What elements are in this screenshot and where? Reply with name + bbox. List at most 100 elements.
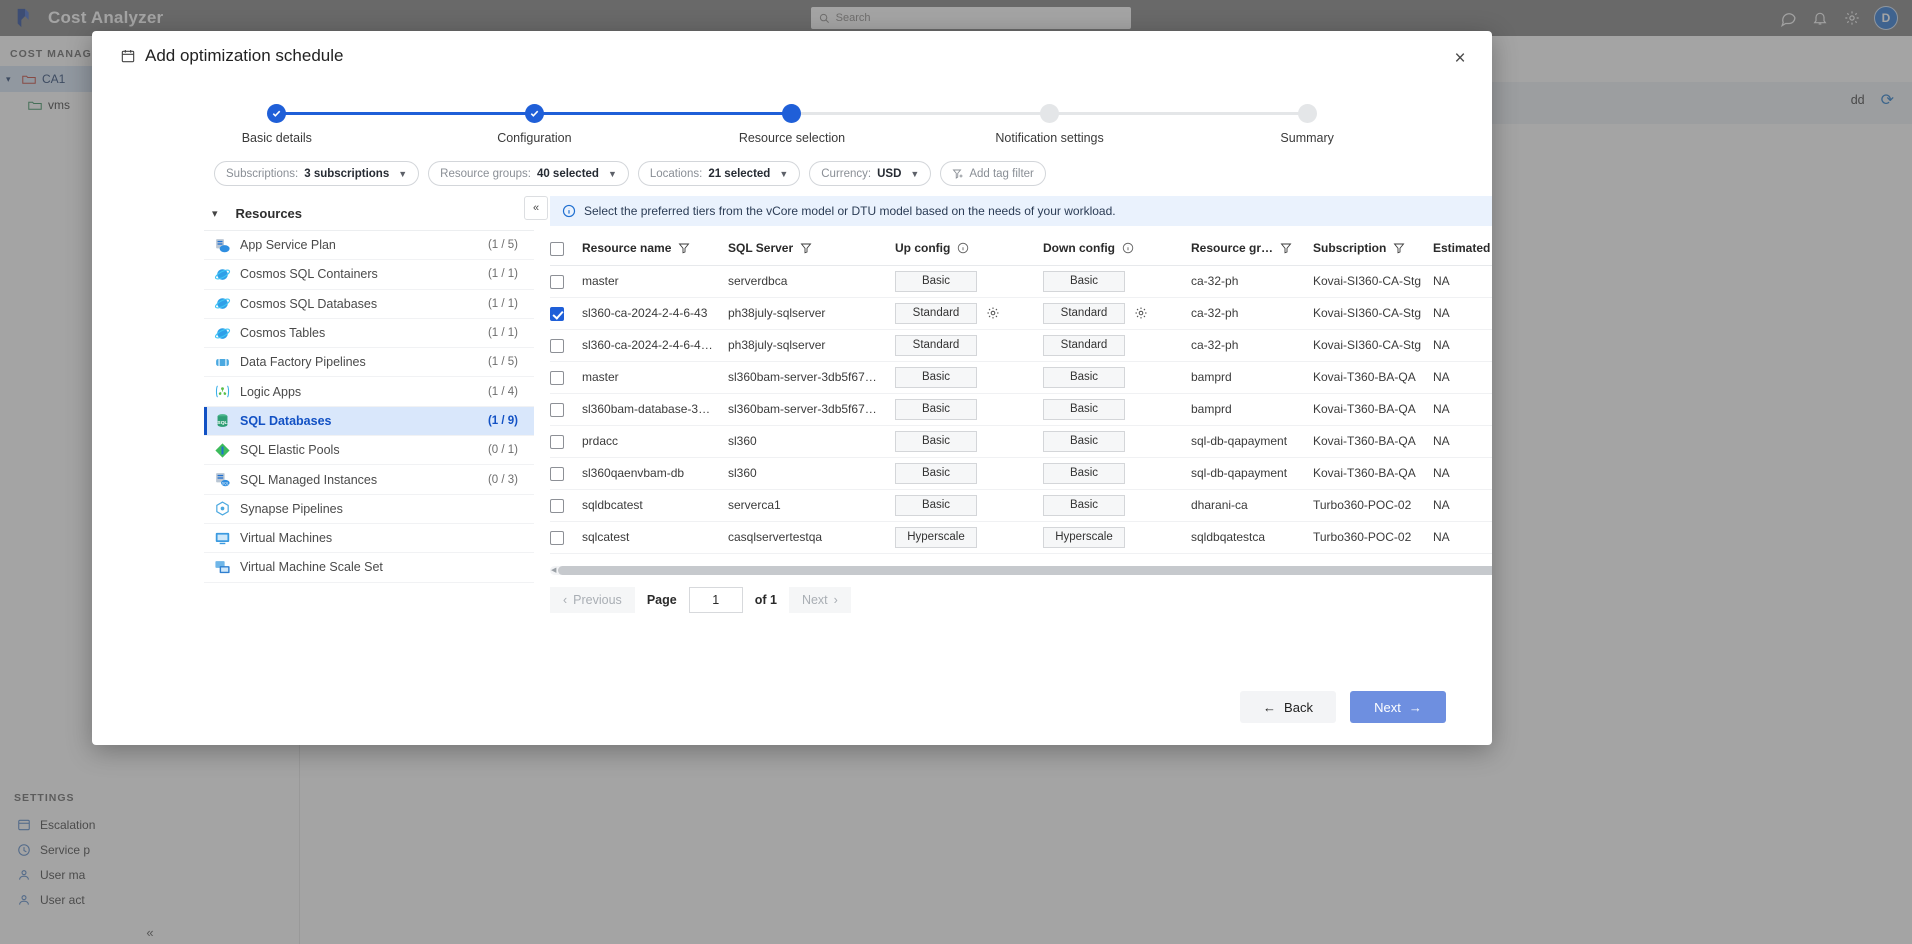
info-banner: Select the preferred tiers from the vCor… [550, 196, 1492, 226]
up-config-select[interactable]: Basic [895, 494, 977, 516]
step-configuration[interactable]: Configuration [406, 83, 664, 145]
page-number-input[interactable] [688, 586, 743, 613]
th-label: Up config [895, 241, 951, 256]
sidebar-item-sql-databases[interactable]: SQL SQL Databases (1 / 9) [204, 406, 534, 437]
row-checkbox[interactable] [550, 466, 564, 481]
step-resource-selection[interactable]: Resource selection [663, 83, 921, 145]
step-dot-active [782, 104, 802, 123]
sidebar-item-app-service-plan[interactable]: App Service Plan (1 / 5) [204, 231, 534, 261]
sidebar-item-virtual-machines[interactable]: Virtual Machines [204, 524, 534, 554]
sidebar-item-synapse-pipelines[interactable]: Synapse Pipelines [204, 495, 534, 524]
table-row[interactable]: sqlcatest casqlservertestqa Hyperscale Hype… [550, 521, 1492, 554]
table-header-row: Resource name SQL Server Up config Down … [550, 232, 1492, 266]
down-config-select[interactable]: Basic [1043, 270, 1125, 292]
row-checkbox[interactable] [550, 498, 564, 513]
filter-icon[interactable] [1280, 242, 1292, 254]
th-resource-group: Resource gr… [1191, 232, 1313, 266]
cell-subscription: Kovai-T360-BA-QA [1313, 457, 1433, 490]
up-config-select[interactable]: Standard [895, 334, 977, 356]
svg-text:SQL: SQL [217, 420, 227, 426]
down-config-select[interactable]: Hyperscale [1043, 526, 1125, 548]
sidebar-item-cosmos-tables[interactable]: Cosmos Tables (1 / 1) [204, 319, 534, 349]
down-config-select[interactable]: Basic [1043, 398, 1125, 420]
resource-panel-collapse-button[interactable]: « [524, 196, 548, 220]
row-checkbox[interactable] [550, 338, 564, 353]
scrollbar-thumb[interactable] [558, 565, 1492, 575]
step-summary[interactable]: Summary [1178, 83, 1436, 145]
cell-estimated-cost: NA [1433, 393, 1492, 426]
table-row[interactable]: master serverdbca Basic Basic ca-32-ph Kovai-… [550, 265, 1492, 298]
scroll-left-icon[interactable]: ◀ [551, 566, 556, 574]
sidebar-item-data-factory-pipelines[interactable]: Data Factory Pipelines (1 / 5) [204, 348, 534, 378]
row-checkbox[interactable] [550, 402, 564, 417]
info-icon[interactable] [1122, 242, 1134, 254]
down-config-select[interactable]: Basic [1043, 462, 1125, 484]
horizontal-scrollbar[interactable]: ◀ ▶ [550, 565, 1492, 575]
step-notification-settings[interactable]: Notification settings [921, 83, 1179, 145]
up-config-select[interactable]: Basic [895, 270, 977, 292]
filter-icon[interactable] [800, 242, 812, 254]
table-row[interactable]: sqldbcatest serverca1 Basic Basic dharani-ca… [550, 489, 1492, 522]
resource-type-list: App Service Plan (1 / 5) Cosmos SQL Cont… [204, 230, 534, 583]
step-basic-details[interactable]: Basic details [148, 83, 406, 145]
table-row[interactable]: sl360bam-database-3… sl360bam-server-3db5… [550, 393, 1492, 426]
down-config-select[interactable]: Standard [1043, 334, 1125, 356]
back-button[interactable]: ← Back [1240, 691, 1336, 723]
cell-sql-server: serverca1 [728, 489, 895, 522]
down-config-select[interactable]: Basic [1043, 494, 1125, 516]
cell-resource-name: master [582, 265, 728, 298]
close-icon[interactable]: × [1448, 46, 1472, 70]
row-checkbox[interactable] [550, 434, 564, 449]
cell-subscription: Kovai-SI360-CA-Stg [1313, 329, 1433, 362]
next-page-button[interactable]: Next › [788, 586, 851, 613]
filter-icon[interactable] [678, 242, 690, 254]
row-checkbox[interactable] [550, 530, 564, 545]
filter-resource-groups[interactable]: Resource groups: 40 selected ▼ [428, 161, 629, 186]
cell-checkbox [550, 265, 582, 298]
add-tag-filter-button[interactable]: Add tag filter [940, 161, 1046, 186]
table-row[interactable]: master sl360bam-server-3db5f67… Basic Basic… [550, 361, 1492, 394]
sidebar-item-cosmos-sql-databases[interactable]: Cosmos SQL Databases (1 / 1) [204, 290, 534, 319]
table-row[interactable]: sl360qaenvbam-db sl360 Basic Basic sql-db-qa… [550, 457, 1492, 490]
sidebar-item-sql-elastic-pools[interactable]: SQL Elastic Pools (0 / 1) [204, 436, 534, 466]
cell-estimated-cost: NA [1433, 265, 1492, 298]
down-config-select[interactable]: Basic [1043, 430, 1125, 452]
cell-down-config: Standard [1043, 329, 1191, 362]
sidebar-item-sql-managed-instances[interactable]: SQL SQL Managed Instances (0 / 3) [204, 465, 534, 495]
cell-sql-server: casqlservertestqa [728, 521, 895, 554]
row-settings-gear-icon[interactable] [986, 306, 1000, 320]
info-icon[interactable] [957, 242, 969, 254]
sidebar-item-virtual-machine-scale-set[interactable]: Virtual Machine Scale Set [204, 553, 534, 583]
up-config-select[interactable]: Basic [895, 398, 977, 420]
previous-page-button[interactable]: ‹ Previous [550, 586, 635, 613]
dialog-body: ▾ Resources « App Service Plan (1 / 5) C… [92, 186, 1492, 656]
cell-subscription: Kovai-SI360-CA-Stg [1313, 265, 1433, 298]
up-config-select[interactable]: Standard [895, 302, 977, 324]
filter-plus-icon [952, 169, 963, 179]
row-checkbox[interactable] [550, 306, 564, 321]
up-config-select[interactable]: Basic [895, 430, 977, 452]
up-config-select[interactable]: Basic [895, 366, 977, 388]
down-config-select[interactable]: Standard [1043, 302, 1125, 324]
row-checkbox[interactable] [550, 274, 564, 289]
row-settings-gear-icon[interactable] [1134, 306, 1148, 320]
table-row[interactable]: sl360-ca-2024-2-4-6-4… ph38july-sqlserver… [550, 329, 1492, 362]
row-checkbox[interactable] [550, 370, 564, 385]
down-config-select[interactable]: Basic [1043, 366, 1125, 388]
sidebar-item-logic-apps[interactable]: Logic Apps (1 / 4) [204, 377, 534, 407]
next-button[interactable]: Next → [1350, 691, 1446, 723]
resource-table: Resource name SQL Server Up config Down … [550, 232, 1492, 554]
up-config-select[interactable]: Basic [895, 462, 977, 484]
select-all-checkbox[interactable] [550, 241, 564, 256]
vm-scale-set-icon [214, 559, 231, 576]
filter-currency[interactable]: Currency: USD ▼ [809, 161, 932, 186]
filter-locations[interactable]: Locations: 21 selected ▼ [637, 161, 801, 186]
sidebar-item-cosmos-sql-containers[interactable]: Cosmos SQL Containers (1 / 1) [204, 260, 534, 290]
resource-panel-header[interactable]: ▾ Resources [204, 196, 534, 230]
th-label: Down config [1043, 241, 1115, 256]
filter-icon[interactable] [1393, 242, 1405, 254]
table-row[interactable]: prdacc sl360 Basic Basic sql-db-qapayment Kov… [550, 425, 1492, 458]
filter-subscriptions[interactable]: Subscriptions: 3 subscriptions ▼ [214, 161, 420, 186]
table-row[interactable]: sl360-ca-2024-2-4-6-43 ph38july-sqlserver… [550, 297, 1492, 330]
up-config-select[interactable]: Hyperscale [895, 526, 977, 548]
